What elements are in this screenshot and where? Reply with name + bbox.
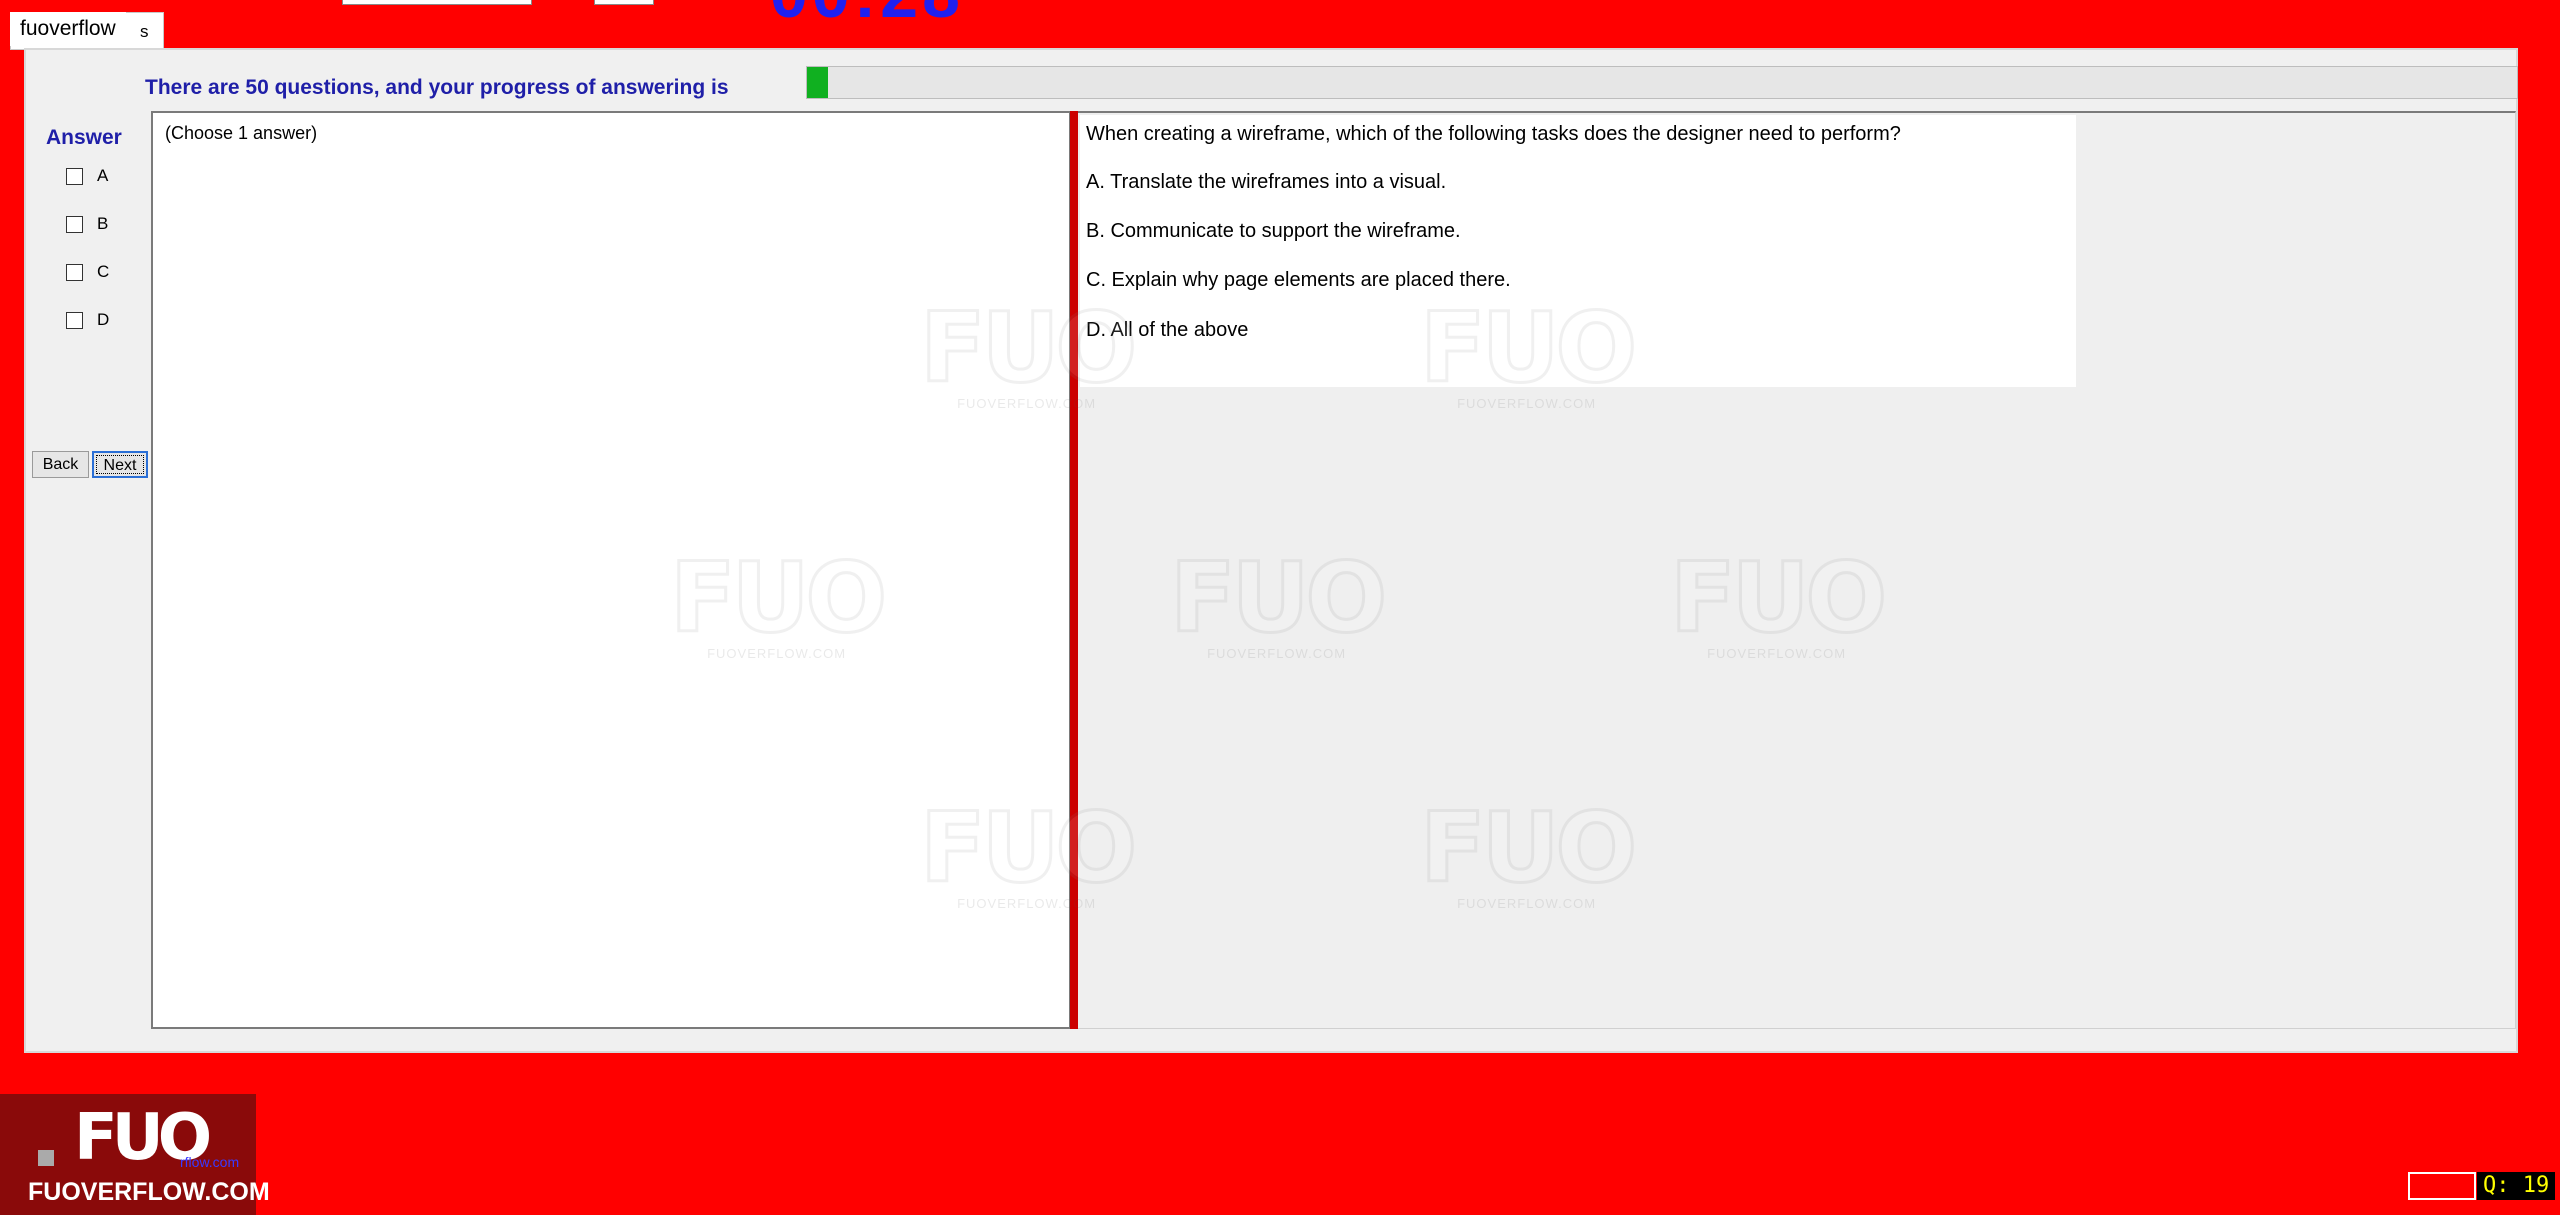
next-button[interactable]: Next	[92, 451, 148, 478]
option-b-label: B	[97, 214, 109, 233]
checkbox-b[interactable]	[66, 215, 83, 233]
back-button[interactable]: Back	[32, 451, 89, 478]
countdown-timer: 00:28	[770, 0, 964, 28]
pane-splitter[interactable]	[1070, 111, 1078, 1029]
answer-option-c[interactable]: C	[66, 262, 109, 282]
tab-suffix-text: s	[140, 22, 149, 41]
progress-fill	[807, 67, 829, 98]
answer-pane: (Choose 1 answer)	[151, 111, 1071, 1029]
checkbox-c[interactable]	[66, 263, 83, 281]
progress-bar	[806, 66, 2518, 99]
counter-frame	[2408, 1172, 2476, 1200]
question-option-c: C. Explain why page elements are placed …	[1086, 269, 1511, 291]
question-option-b: B. Communicate to support the wireframe.	[1086, 220, 1461, 242]
answer-option-d[interactable]: D	[66, 310, 109, 330]
question-counter: Q: 19	[2477, 1172, 2556, 1200]
question-pane: When creating a wireframe, which of the …	[1078, 111, 2516, 1029]
question-box: When creating a wireframe, which of the …	[1080, 115, 2076, 387]
top-input-field[interactable]	[342, 0, 532, 5]
question-option-a: A. Translate the wireframes into a visua…	[1086, 171, 1447, 193]
checkbox-d[interactable]	[66, 311, 83, 329]
choose-hint: (Choose 1 answer)	[165, 123, 318, 143]
answer-option-a[interactable]: A	[66, 166, 108, 186]
answer-option-b[interactable]: B	[66, 214, 108, 234]
progress-label: There are 50 questions, and your progres…	[145, 76, 729, 99]
top-small-field[interactable]	[594, 0, 654, 5]
option-c-label: C	[97, 262, 110, 281]
brand-label: fuoverflow	[10, 12, 126, 46]
logo-square-icon	[38, 1150, 54, 1166]
question-option-d: D. All of the above	[1086, 319, 1249, 341]
question-text: When creating a wireframe, which of the …	[1086, 123, 1901, 145]
footer-link[interactable]: rflow.com	[180, 1154, 239, 1170]
option-a-label: A	[97, 166, 109, 185]
answer-title: Answer	[46, 126, 122, 149]
fuoverflow-logo: FUO rflow.com FUOVERFLOW.COM	[0, 1094, 270, 1215]
option-d-label: D	[97, 310, 110, 329]
checkbox-a[interactable]	[66, 167, 83, 185]
logo-text: FUOVERFLOW.COM	[28, 1178, 270, 1206]
